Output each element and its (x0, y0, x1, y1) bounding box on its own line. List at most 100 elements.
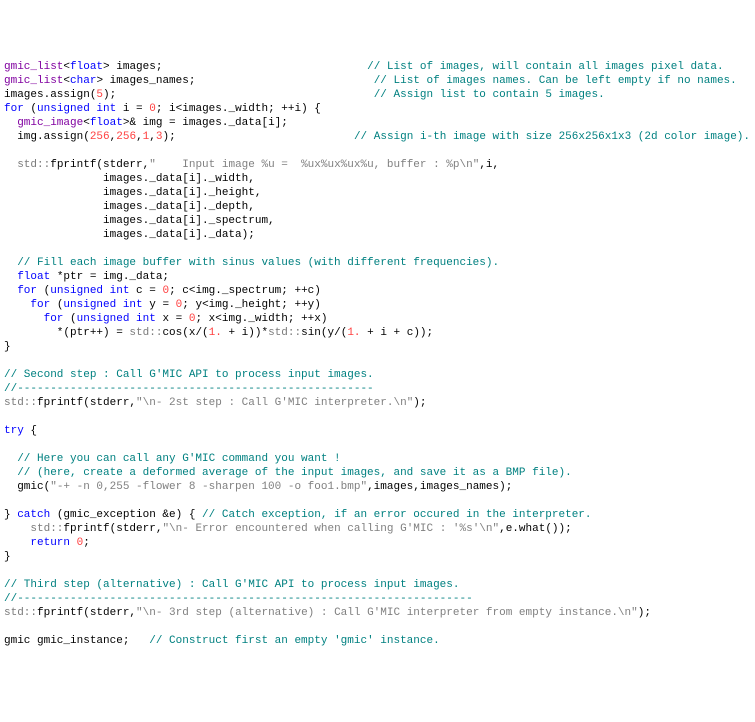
code-line: *(ptr++) = std::cos(x/(1. + i))*std::sin… (4, 326, 751, 340)
token-id (4, 285, 17, 297)
token-id: ); (103, 89, 374, 101)
token-id: gmic gmic_instance; (4, 635, 149, 647)
token-cmt: // Assign list to contain 5 images. (374, 89, 605, 101)
code-block: gmic_list<float> images; // List of imag… (4, 60, 751, 648)
token-id: *(ptr++) = (4, 327, 129, 339)
token-cmt: // Construct first an empty 'gmic' insta… (149, 635, 439, 647)
token-kw: unsigned int (77, 313, 156, 325)
token-kw: char (70, 75, 96, 87)
token-num: 256 (90, 131, 110, 143)
token-id: ; c<img._spectrum; ++c) (169, 285, 321, 297)
code-line: try { (4, 424, 751, 438)
token-id: cos(x/( (162, 327, 208, 339)
token-kw: for (17, 285, 37, 297)
code-line: std::fprintf(stderr," Input image %u = %… (4, 158, 751, 172)
token-kw: float (90, 117, 123, 129)
token-id: + i))* (222, 327, 268, 339)
token-id: } (4, 341, 11, 353)
token-num: 256 (116, 131, 136, 143)
code-line: std::fprintf(stderr,"\n- 2st step : Call… (4, 396, 751, 410)
token-id (4, 271, 17, 283)
code-line: gmic_image<float>& img = images._data[i]… (4, 116, 751, 130)
code-line (4, 410, 751, 424)
code-line: images._data[i]._data); (4, 228, 751, 242)
token-cmt: // Fill each image buffer with sinus val… (17, 257, 499, 269)
token-id: } (4, 509, 17, 521)
token-id: img.assign( (4, 131, 90, 143)
token-id (4, 467, 17, 479)
code-line: gmic_list<char> images_names; // List of… (4, 74, 751, 88)
token-id: ); (413, 397, 426, 409)
token-id (4, 299, 30, 311)
code-line: //--------------------------------------… (4, 382, 751, 396)
token-id: > images_names; (96, 75, 373, 87)
token-cmt: // List of images names. Can be left emp… (374, 75, 737, 87)
token-id: images._data[i]._spectrum, (4, 215, 275, 227)
token-std: std:: (30, 523, 63, 535)
token-id: fprintf(stderr, (63, 523, 162, 535)
token-num: 3 (156, 131, 163, 143)
token-id (4, 257, 17, 269)
token-id: *ptr = img._data; (50, 271, 169, 283)
token-cmt: // Third step (alternative) : Call G'MIC… (4, 579, 459, 591)
code-line: images._data[i]._depth, (4, 200, 751, 214)
token-id (4, 453, 17, 465)
code-line: gmic_list<float> images; // List of imag… (4, 60, 751, 74)
token-cmt: // Here you can call any G'MIC command y… (17, 453, 340, 465)
token-cmt: // (here, create a deformed average of t… (17, 467, 572, 479)
token-id: fprintf(stderr, (50, 159, 149, 171)
token-id: sin(y/( (301, 327, 347, 339)
token-id: ; i<images._width; ++i) { (156, 103, 321, 115)
code-line: images._data[i]._height, (4, 186, 751, 200)
token-id: ( (24, 103, 37, 115)
code-line (4, 494, 751, 508)
code-line: //--------------------------------------… (4, 592, 751, 606)
code-line (4, 144, 751, 158)
token-std: std:: (129, 327, 162, 339)
token-std: std:: (268, 327, 301, 339)
code-line: img.assign(256,256,1,3); // Assign i-th … (4, 130, 751, 144)
code-line: for (unsigned int i = 0; i<images._width… (4, 102, 751, 116)
token-str: " Input image %u = %ux%ux%ux%u, buffer :… (149, 159, 479, 171)
code-line: // (here, create a deformed average of t… (4, 466, 751, 480)
token-kw: for (4, 103, 24, 115)
token-type: gmic_list (4, 61, 63, 73)
code-line: // Fill each image buffer with sinus val… (4, 256, 751, 270)
token-id: (gmic_exception &e) { (50, 509, 202, 521)
token-kw: for (30, 299, 50, 311)
token-type: gmic_list (4, 75, 63, 87)
token-id: ( (50, 299, 63, 311)
code-line (4, 620, 751, 634)
code-line: float *ptr = img._data; (4, 270, 751, 284)
code-line: // Third step (alternative) : Call G'MIC… (4, 578, 751, 592)
token-id: x = (156, 313, 189, 325)
token-id: images._data[i]._depth, (4, 201, 255, 213)
token-id: images.assign( (4, 89, 96, 101)
token-id: , (149, 131, 156, 143)
code-line: gmic("-+ -n 0,255 -flower 8 -sharpen 100… (4, 480, 751, 494)
code-line: } (4, 340, 751, 354)
token-id (4, 159, 17, 171)
token-str: "\n- 3rd step (alternative) : Call G'MIC… (136, 607, 638, 619)
token-std: std:: (17, 159, 50, 171)
token-str: "\n- Error encountered when calling G'MI… (162, 523, 499, 535)
token-id: fprintf(stderr, (37, 607, 136, 619)
token-id: ); (638, 607, 651, 619)
token-kw: return (30, 537, 70, 549)
code-line: } catch (gmic_exception &e) { // Catch e… (4, 508, 751, 522)
token-id: < (83, 117, 90, 129)
code-line (4, 242, 751, 256)
token-id (4, 537, 30, 549)
code-line: } (4, 550, 751, 564)
token-id: ,i, (479, 159, 499, 171)
token-num: 1. (347, 327, 360, 339)
token-id: ,e.what()); (499, 523, 572, 535)
code-line (4, 354, 751, 368)
code-line: for (unsigned int c = 0; c<img._spectrum… (4, 284, 751, 298)
token-id: { (24, 425, 37, 437)
token-kw: unsigned int (50, 285, 129, 297)
token-id: ); (163, 131, 354, 143)
token-std: std:: (4, 397, 37, 409)
token-num: 0 (149, 103, 156, 115)
token-id: ( (37, 285, 50, 297)
